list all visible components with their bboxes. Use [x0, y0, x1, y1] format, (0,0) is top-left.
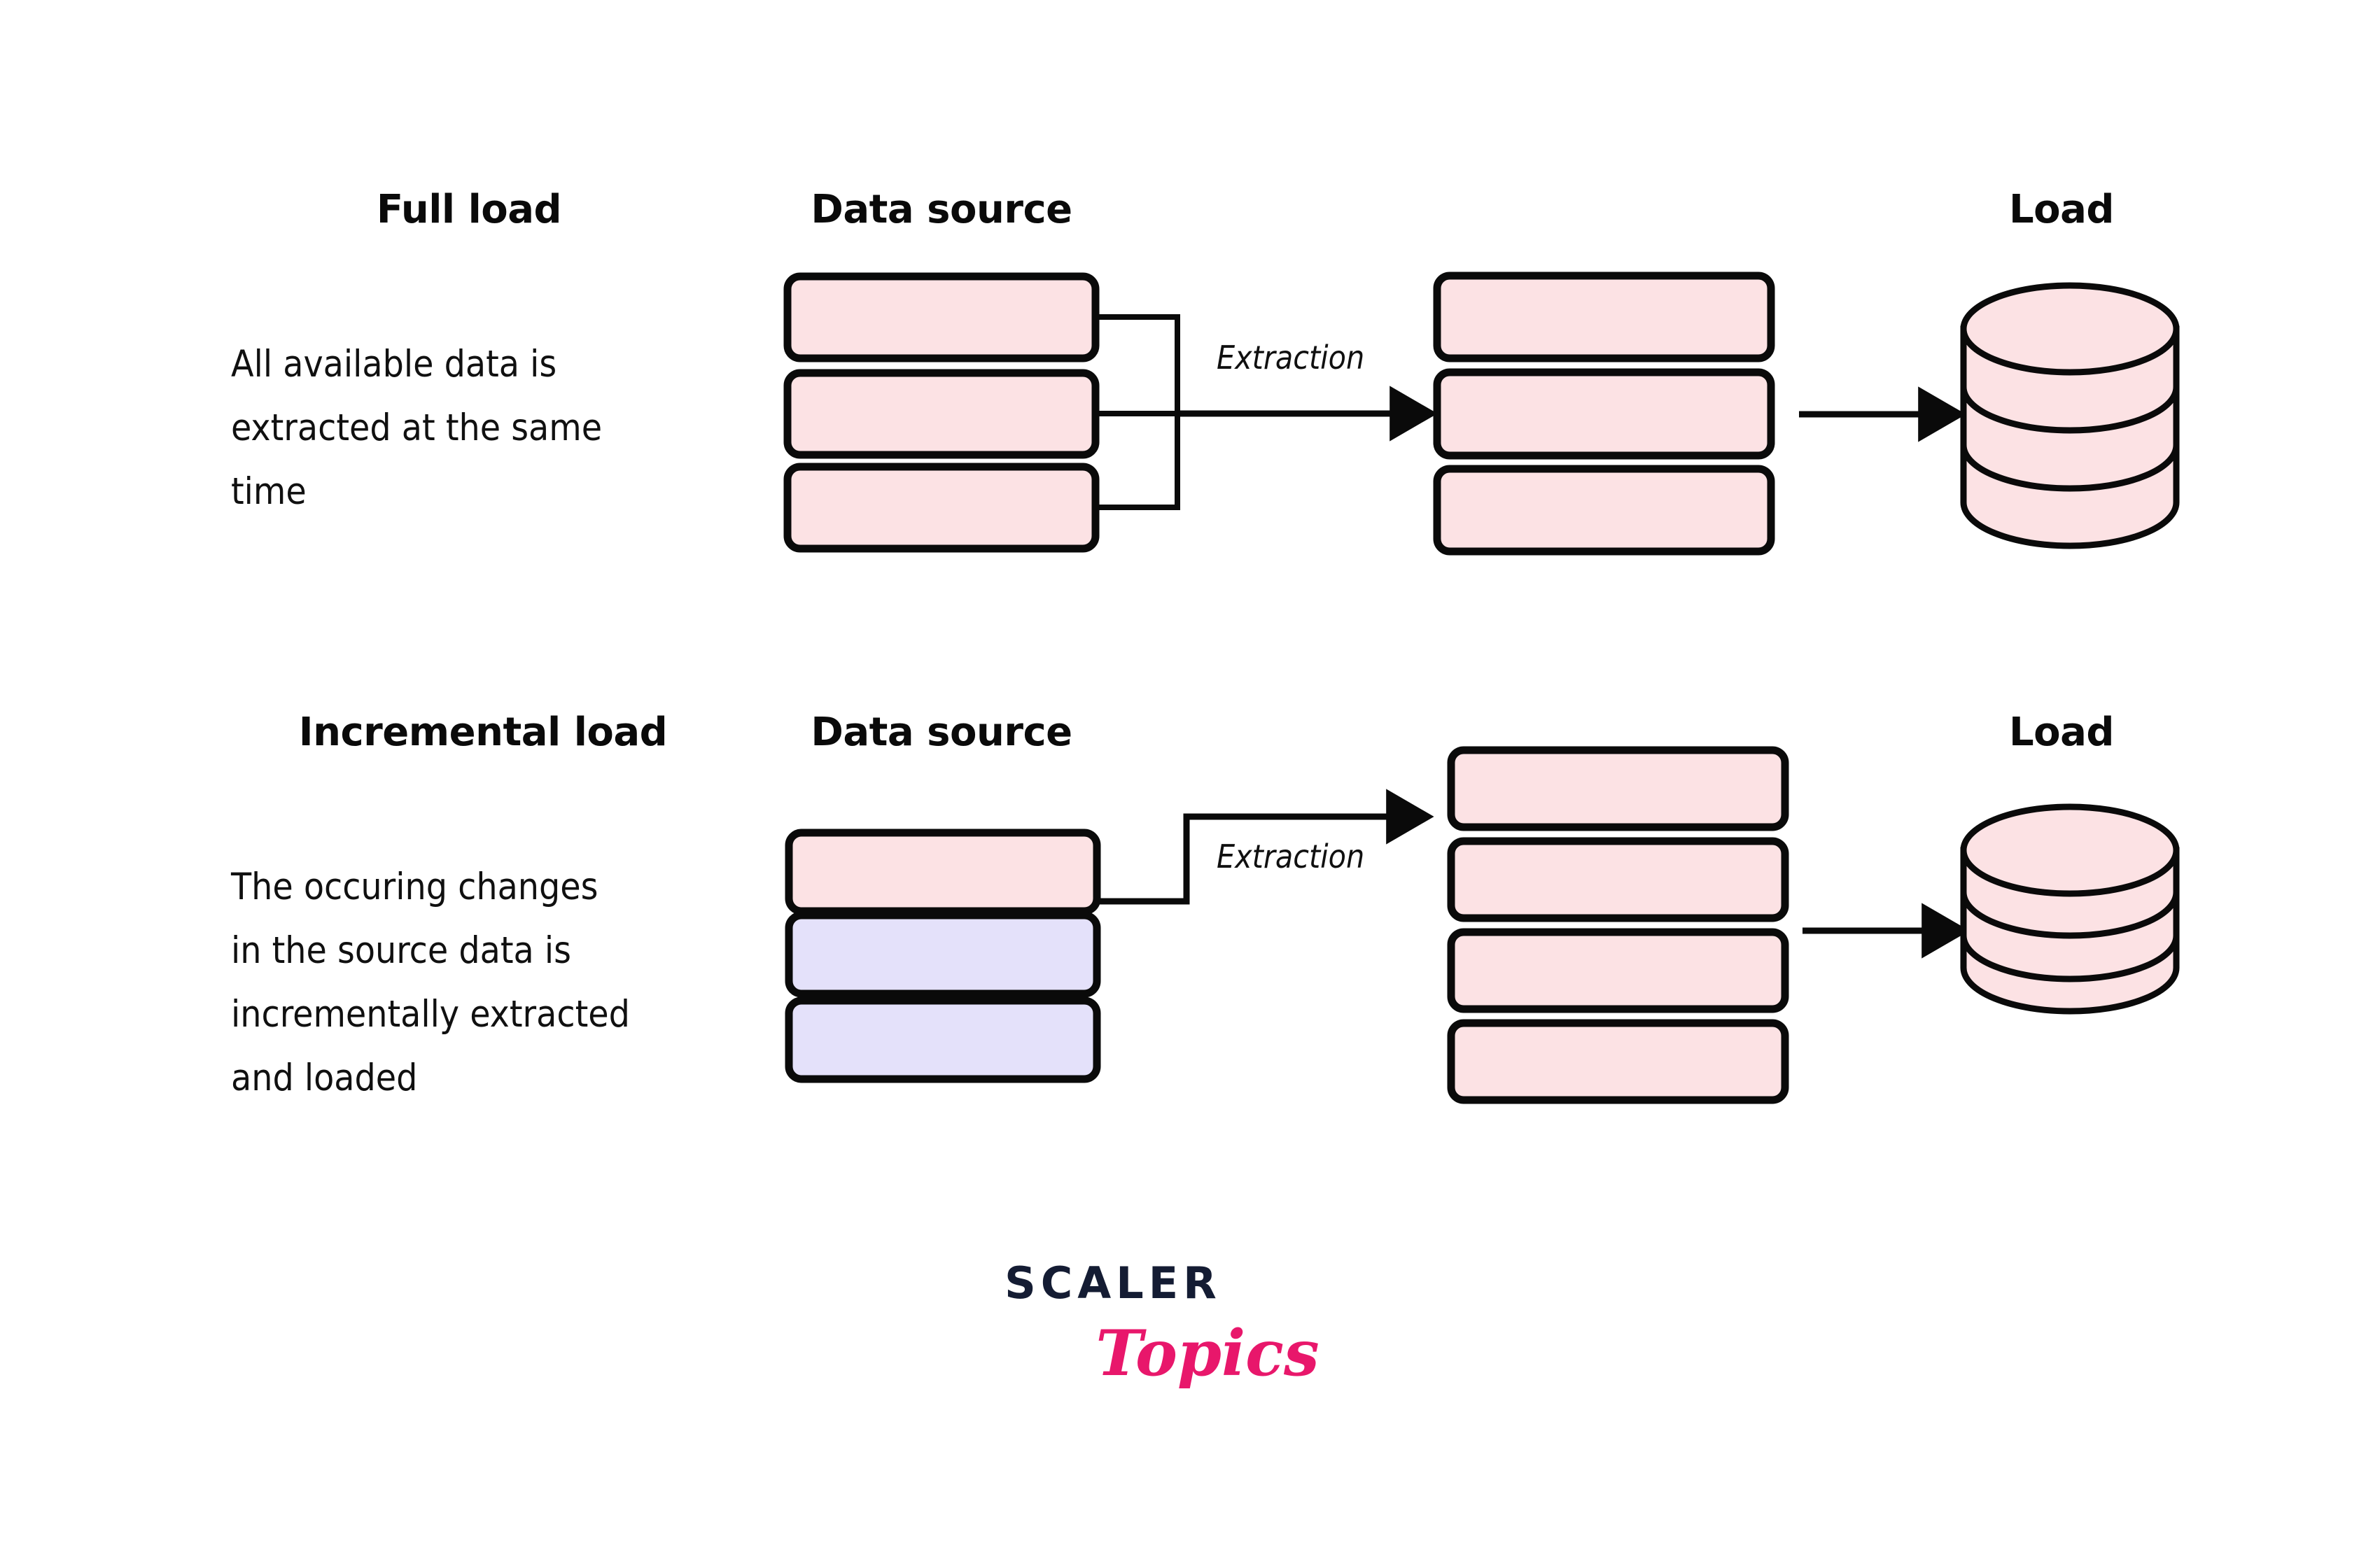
source-label-incremental-load: Data source — [811, 710, 1072, 755]
source-box[interactable] — [783, 272, 1100, 362]
section-description-line-2: extracted at the same — [231, 407, 602, 449]
target-box[interactable] — [1433, 368, 1775, 460]
source-box-changed[interactable] — [785, 911, 1101, 998]
section-description-line-3: incrementally extracted — [231, 993, 630, 1036]
target-box-group-full-load — [1433, 272, 1775, 556]
target-box[interactable] — [1433, 272, 1775, 362]
etl-load-comparison-diagram: Full load All available data is extracte… — [230, 187, 2180, 1390]
section-description-line-1: The occuring changes — [230, 866, 598, 908]
section-full-load: Full load All available data is extracte… — [231, 187, 2180, 556]
source-box[interactable] — [783, 463, 1100, 553]
source-box-changed[interactable] — [785, 996, 1101, 1083]
target-box[interactable] — [1447, 928, 1789, 1013]
section-incremental-load: Incremental load The occuring changes in… — [230, 710, 2180, 1104]
source-box-group-incremental-load — [785, 829, 1101, 1083]
logo-scriptmark: Topics — [1096, 1316, 1319, 1390]
logo-wordmark: SCALER — [1004, 1257, 1222, 1309]
target-box[interactable] — [1447, 837, 1789, 922]
section-title-incremental-load: Incremental load — [299, 710, 668, 755]
target-box-group-incremental-load — [1447, 746, 1789, 1104]
scaler-topics-logo[interactable]: SCALER Topics — [1004, 1257, 1320, 1390]
diagram-canvas: Full load All available data is extracte… — [0, 0, 2380, 1550]
load-label-incremental-load: Load — [2009, 710, 2114, 755]
extraction-label-incremental-load: Extraction — [1217, 838, 1364, 875]
source-label-full-load: Data source — [811, 187, 1072, 232]
database-cylinder-icon[interactable] — [1960, 803, 2180, 1015]
section-description-line-4: and loaded — [231, 1057, 417, 1099]
extraction-label-full-load: Extraction — [1217, 339, 1364, 376]
load-label-full-load: Load — [2009, 187, 2114, 232]
source-box[interactable] — [783, 369, 1100, 459]
target-box[interactable] — [1433, 465, 1775, 556]
source-box-group-full-load — [783, 272, 1100, 553]
target-box[interactable] — [1447, 1019, 1789, 1104]
section-description-line-2: in the source data is — [231, 929, 571, 972]
section-title-full-load: Full load — [377, 187, 561, 232]
database-cylinder-icon[interactable] — [1960, 282, 2180, 549]
target-box[interactable] — [1447, 746, 1789, 831]
source-box[interactable] — [785, 829, 1101, 915]
section-description-line-1: All available data is — [231, 343, 556, 386]
bracket-connector-icon — [1096, 314, 1180, 510]
section-description-line-3: time — [231, 470, 307, 513]
